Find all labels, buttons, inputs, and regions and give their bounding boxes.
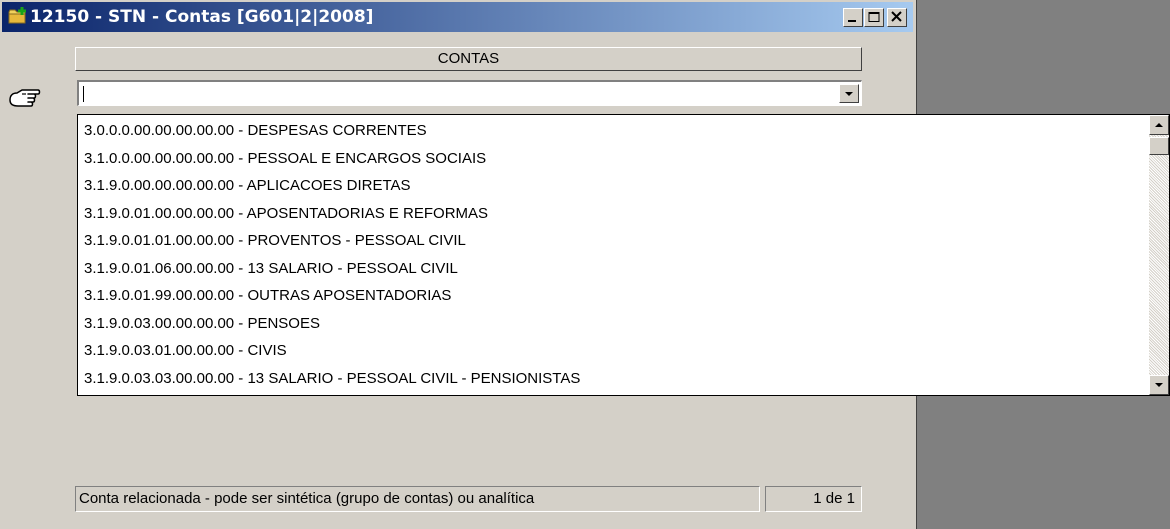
scroll-thumb[interactable] bbox=[1149, 137, 1169, 155]
vertical-scrollbar[interactable] bbox=[1149, 115, 1169, 395]
scroll-down-button[interactable] bbox=[1149, 375, 1169, 395]
chevron-down-icon bbox=[845, 92, 853, 96]
close-button[interactable] bbox=[887, 8, 907, 27]
new-folder-icon[interactable] bbox=[8, 7, 28, 30]
arrow-down-icon bbox=[1155, 383, 1163, 387]
minimize-button[interactable] bbox=[843, 8, 863, 27]
list-item[interactable]: 3.1.9.0.03.01.00.00.00 - CIVIS bbox=[78, 337, 1149, 365]
combo-dropdown-button[interactable] bbox=[839, 84, 859, 103]
account-dropdown-list[interactable]: 3.0.0.0.00.00.00.00.00 - DESPESAS CORREN… bbox=[77, 114, 1170, 396]
list-item[interactable]: 3.1.9.0.01.01.00.00.00 - PROVENTOS - PES… bbox=[78, 227, 1149, 255]
scroll-up-button[interactable] bbox=[1149, 115, 1169, 135]
status-page-counter: 1 de 1 bbox=[765, 486, 862, 512]
list-item[interactable]: 3.0.0.0.00.00.00.00.00 - DESPESAS CORREN… bbox=[78, 117, 1149, 145]
title-bar[interactable]: 12150 - STN - Contas [G601|2|2008] bbox=[2, 2, 913, 32]
restore-icon bbox=[868, 12, 880, 22]
account-combobox[interactable] bbox=[77, 80, 862, 106]
window-title: 12150 - STN - Contas [G601|2|2008] bbox=[30, 7, 374, 27]
list-item[interactable]: 3.1.0.0.00.00.00.00.00 - PESSOAL E ENCAR… bbox=[78, 145, 1149, 173]
contas-header: CONTAS bbox=[75, 47, 862, 71]
list-item[interactable]: 3.1.9.0.01.99.00.00.00 - OUTRAS APOSENTA… bbox=[78, 282, 1149, 310]
pointing-hand-icon bbox=[8, 86, 44, 119]
text-caret bbox=[83, 86, 84, 102]
dropdown-items: 3.0.0.0.00.00.00.00.00 - DESPESAS CORREN… bbox=[78, 117, 1149, 392]
list-item[interactable]: 3.1.9.0.01.06.00.00.00 - 13 SALARIO - PE… bbox=[78, 255, 1149, 283]
arrow-up-icon bbox=[1155, 123, 1163, 127]
close-icon bbox=[891, 11, 902, 22]
list-item[interactable]: 3.1.9.0.03.00.00.00.00 - PENSOES bbox=[78, 310, 1149, 338]
restore-button[interactable] bbox=[864, 8, 884, 27]
list-item[interactable]: 3.1.9.0.00.00.00.00.00 - APLICACOES DIRE… bbox=[78, 172, 1149, 200]
status-message: Conta relacionada - pode ser sintética (… bbox=[75, 486, 760, 512]
minimize-icon bbox=[848, 20, 856, 22]
list-item[interactable]: 3.1.9.0.03.03.00.00.00 - 13 SALARIO - PE… bbox=[78, 365, 1149, 393]
list-item[interactable]: 3.1.9.0.01.00.00.00.00 - APOSENTADORIAS … bbox=[78, 200, 1149, 228]
